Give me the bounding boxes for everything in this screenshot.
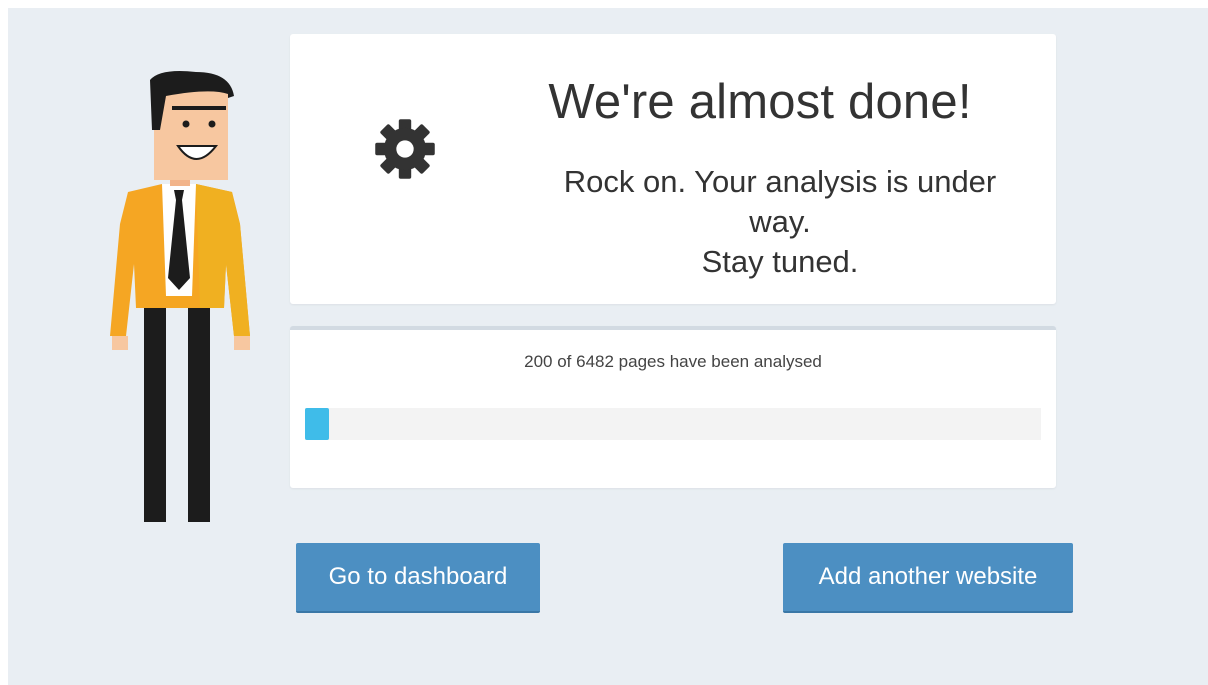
go-to-dashboard-button[interactable]: Go to dashboard <box>296 543 540 613</box>
status-card: We're almost done! Rock on. Your analysi… <box>290 34 1056 304</box>
progress-label: 200 of 6482 pages have been analysed <box>524 352 822 371</box>
status-message: Rock on. Your analysis is under way. Sta… <box>510 162 1050 282</box>
progress-bar <box>305 408 1041 440</box>
page-background: We're almost done! Rock on. Your analysi… <box>8 8 1208 685</box>
status-message-line-3: Stay tuned. <box>701 244 859 279</box>
mascot-face <box>154 90 228 180</box>
status-message-line-1: Rock on. Your analysis is under <box>563 164 997 199</box>
add-another-website-button[interactable]: Add another website <box>783 543 1073 613</box>
mascot-left-leg <box>144 292 166 522</box>
progress-bar-fill <box>305 408 329 440</box>
page-title: We're almost done! <box>548 75 972 129</box>
status-message-line-2: way. <box>749 204 811 239</box>
progress-card: 200 of 6482 pages have been analysed <box>290 326 1056 488</box>
gear-icon <box>375 119 435 179</box>
mascot-right-leg <box>188 292 210 522</box>
mascot-illustration <box>110 71 250 522</box>
